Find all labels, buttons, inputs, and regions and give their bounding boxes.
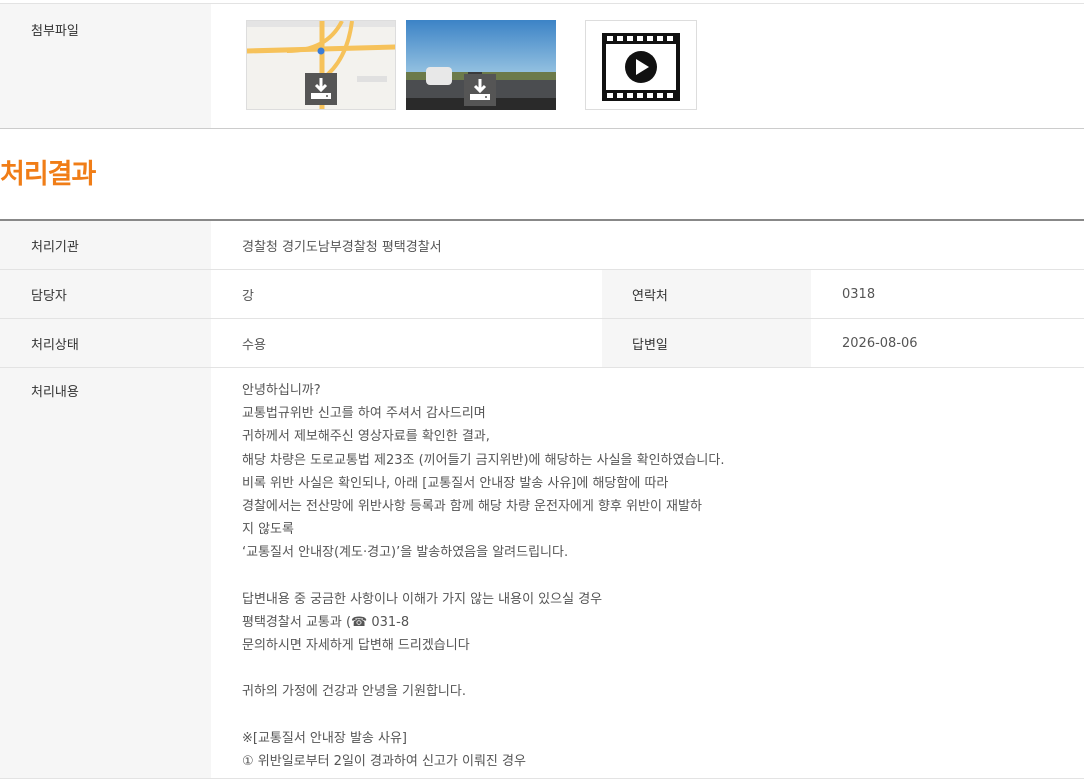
attachment-map-thumbnail[interactable]	[246, 20, 396, 110]
download-icon[interactable]	[305, 73, 337, 105]
content-line: ‘교통질서 안내장(계도·경고)’을 발송하였음을 알려드립니다.	[242, 545, 569, 561]
manager-label: 담당자	[0, 270, 211, 318]
content-line: 안녕하십니까?	[242, 383, 321, 398]
content-line: 지 않도록	[242, 522, 294, 538]
content-line: 귀하께서 제보해주신 영상자료를 확인한 결과,	[242, 429, 490, 445]
attachments-label: 첨부파일	[0, 4, 211, 128]
content-line: 경찰에서는 전산망에 위반사항 등록과 함께 해당 차량 운전자에게 향후 위반…	[242, 498, 702, 514]
status-value: 수용	[242, 337, 266, 353]
content-row: 처리내용 안녕하십니까? 교통법규위반 신고를 하여 주셔서 감사드리며 귀하께…	[0, 368, 1084, 779]
attachment-video-thumbnail[interactable]	[585, 20, 697, 110]
content-line: 답변내용 중 궁금한 사항이나 이해가 가지 않는 내용이 있으실 경우	[242, 591, 603, 607]
attachments-row: 첨부파일	[0, 3, 1084, 129]
play-icon	[602, 33, 680, 101]
content-label: 처리내용	[0, 368, 211, 778]
status-label: 처리상태	[0, 319, 211, 367]
agency-row: 처리기관 경찰청 경기도남부경찰청 평택경찰서	[0, 221, 1084, 270]
content-line: 해당 차량은 도로교통법 제23조 (끼어들기 금지위반)에 해당하는 사실을 …	[242, 452, 725, 468]
section-title: 처리결과	[0, 159, 96, 190]
content-body: 안녕하십니까? 교통법규위반 신고를 하여 주셔서 감사드리며 귀하께서 제보해…	[211, 368, 724, 773]
content-line: 문의하시면 자세하게 답변해 드리겠습니다	[242, 638, 470, 654]
reply-date-label: 답변일	[602, 319, 811, 367]
reply-date-value: 2026-08-06	[842, 335, 918, 351]
status-row: 처리상태 수용 답변일 2026-08-06	[0, 319, 1084, 368]
content-line: 교통법규위반 신고를 하여 주셔서 감사드리며	[242, 406, 486, 422]
contact-value: 0318	[842, 286, 876, 302]
content-line	[242, 565, 724, 588]
content-line	[242, 704, 724, 727]
agency-value: 경찰청 경기도남부경찰청 평택경찰서	[242, 239, 442, 255]
result-table: 처리기관 경찰청 경기도남부경찰청 평택경찰서 담당자 강 연락처 0318 처…	[0, 219, 1084, 779]
content-line: 평택경찰서 교통과 (☎ 031-8	[242, 614, 410, 630]
contact-label: 연락처	[602, 270, 811, 318]
attachments-list	[211, 4, 1084, 128]
agency-label: 처리기관	[0, 221, 211, 269]
content-line	[242, 657, 724, 680]
content-line: ① 위반일로부터 2일이 경과하여 신고가 이뤄진 경우	[242, 754, 526, 769]
manager-value: 강	[242, 288, 254, 304]
download-icon[interactable]	[464, 74, 496, 106]
attachment-photo-thumbnail[interactable]	[406, 20, 556, 110]
content-line: ※[교통질서 안내장 발송 사유]	[242, 730, 407, 746]
manager-row: 담당자 강 연락처 0318	[0, 270, 1084, 319]
content-line: 비록 위반 사실은 확인되나, 아래 [교통질서 안내장 발송 사유]에 해당함…	[242, 475, 669, 491]
content-line: 귀하의 가정에 건강과 안녕을 기원합니다.	[242, 684, 466, 700]
